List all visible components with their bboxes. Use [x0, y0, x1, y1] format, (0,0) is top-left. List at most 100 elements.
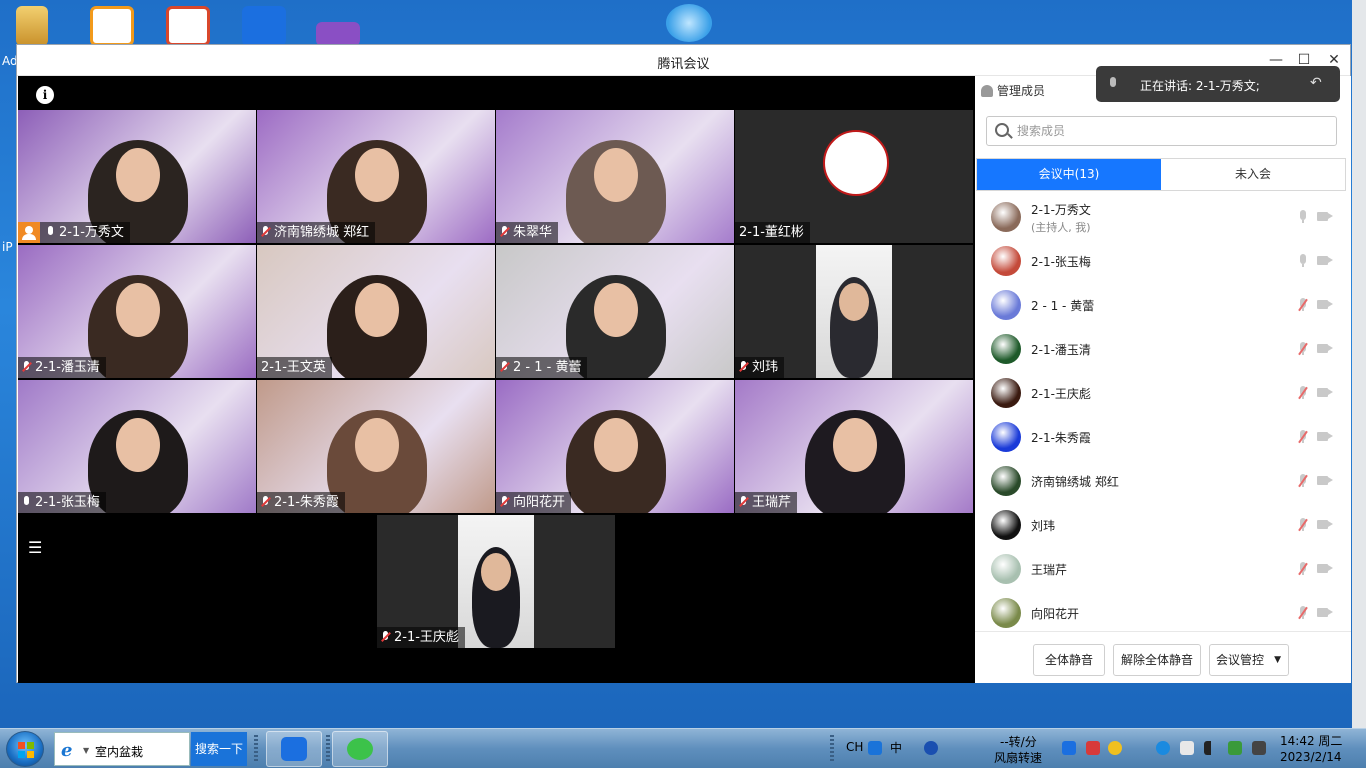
mute-all-button[interactable]: 全体静音 [1033, 644, 1105, 676]
mic-muted-icon[interactable] [1298, 474, 1308, 488]
avatar [991, 598, 1021, 628]
member-row[interactable]: 2-1-张玉梅 [991, 241, 1341, 281]
member-search-input[interactable] [1017, 121, 1317, 141]
camera-icon[interactable] [1317, 300, 1328, 309]
taskbar-tencent-meeting[interactable] [266, 731, 322, 767]
taskbar-wechat[interactable] [332, 731, 388, 767]
participant-namebar: 2-1-朱秀霞 [257, 492, 345, 513]
mic-muted-icon [381, 631, 390, 644]
video-tile[interactable]: 济南锦绣城 郑红 [257, 110, 495, 243]
member-row[interactable]: 2-1-潘玉清 [991, 329, 1341, 369]
participant-namebar: 2-1-王庆彪 [377, 627, 465, 648]
list-view-icon[interactable]: ☰ [28, 538, 48, 557]
mic-muted-icon[interactable] [1298, 518, 1308, 532]
tray-device-icon[interactable] [1180, 741, 1194, 755]
tray-cloud-icon[interactable] [1156, 741, 1170, 755]
member-row[interactable]: 王瑞芹 [991, 549, 1341, 589]
mute-slash [1298, 386, 1308, 400]
video-tile[interactable]: 2-1-王文英 [257, 245, 495, 378]
participant-name: 2-1-潘玉清 [35, 360, 100, 375]
participant-name: 济南锦绣城 郑红 [274, 225, 370, 240]
ime-lang[interactable]: CH [846, 740, 863, 754]
member-row[interactable]: 济南锦绣城 郑红 [991, 461, 1341, 501]
help-icon[interactable] [924, 741, 938, 755]
camera-icon[interactable] [1317, 256, 1328, 265]
meeting-control-button[interactable]: 会议管控 ▼ [1209, 644, 1289, 676]
volume-icon[interactable] [1252, 741, 1266, 755]
mic-muted-icon[interactable] [1298, 606, 1308, 620]
tab-in-meeting[interactable]: 会议中(13) [977, 159, 1161, 190]
purple-file-icon[interactable] [316, 22, 360, 46]
unmute-all-button[interactable]: 解除全体静音 [1113, 644, 1201, 676]
video-tile[interactable]: 向阳花开 [496, 380, 734, 513]
camera-icon[interactable] [1317, 476, 1328, 485]
participant-namebar: 王瑞芹 [735, 492, 798, 513]
qq-pet-icon[interactable] [666, 4, 712, 42]
mic-muted-icon[interactable] [1298, 386, 1308, 400]
video-tile[interactable]: 2-1-张玉梅 [18, 380, 256, 513]
collapse-icon[interactable]: ↶ [1310, 75, 1330, 93]
camera-icon[interactable] [1317, 608, 1328, 617]
browser-search-box[interactable]: e ▼ 室内盆栽 [54, 732, 190, 766]
video-tile[interactable]: 朱翠华 [496, 110, 734, 243]
mic-muted-icon[interactable] [1298, 430, 1308, 444]
participant-figure [327, 275, 427, 378]
video-tile[interactable]: 2-1-万秀文 [18, 110, 256, 243]
taskbar-grip[interactable] [830, 735, 834, 763]
signal-icon[interactable] [1204, 741, 1218, 755]
mic-muted-icon[interactable] [1298, 562, 1308, 576]
member-row[interactable]: 2-1-万秀文 (主持人, 我) [991, 197, 1341, 237]
video-tile[interactable]: 刘玮 [735, 245, 973, 378]
camera-icon[interactable] [1317, 564, 1328, 573]
video-tile[interactable]: 2 - 1 - 黄蕾 [496, 245, 734, 378]
info-icon[interactable]: i [36, 86, 54, 104]
mic-muted-icon[interactable] [1298, 298, 1308, 312]
participant-figure [566, 410, 666, 513]
wps-presentation-icon[interactable] [90, 6, 134, 46]
clock[interactable]: 14:42 周二 2023/2/14 [1280, 733, 1342, 765]
video-tile[interactable]: 王瑞芹 [735, 380, 973, 513]
search-go-button[interactable]: 搜索一下 [191, 732, 247, 766]
member-row[interactable]: 2 - 1 - 黄蕾 [991, 285, 1341, 325]
panel-header: 管理成员 [981, 82, 1045, 99]
member-row[interactable]: 2-1-朱秀霞 [991, 417, 1341, 457]
camera-icon[interactable] [1317, 212, 1328, 221]
member-row[interactable]: 2-1-王庆彪 [991, 373, 1341, 413]
ime-q-icon[interactable] [868, 741, 882, 755]
avatar [991, 290, 1021, 320]
ime-mode[interactable]: 中 [890, 739, 902, 756]
caret-down-icon[interactable]: ▼ [83, 746, 89, 755]
folder-user-icon[interactable] [16, 6, 48, 46]
taskbar-grip[interactable] [254, 735, 258, 763]
camera-icon[interactable] [1317, 520, 1328, 529]
mute-slash [1298, 562, 1308, 576]
member-search[interactable] [986, 116, 1337, 146]
camera-icon[interactable] [1317, 432, 1328, 441]
desktop-side-strip [1352, 0, 1366, 728]
taskbar-grip[interactable] [326, 735, 330, 763]
video-tile[interactable]: 2-1-潘玉清 [18, 245, 256, 378]
powerpoint-icon[interactable] [166, 6, 210, 46]
member-row[interactable]: 向阳花开 [991, 593, 1341, 633]
video-tile[interactable]: 2-1-董红彬 [735, 110, 973, 243]
meeting-control-label: 会议管控 [1216, 653, 1265, 667]
mic-muted-icon [261, 496, 270, 509]
tray-meeting-icon[interactable] [1062, 741, 1076, 755]
tencent-meeting-icon[interactable] [242, 6, 286, 46]
mic-icon[interactable] [1298, 210, 1308, 224]
video-tile[interactable]: 2-1-朱秀霞 [257, 380, 495, 513]
participant-face [481, 553, 511, 591]
member-row[interactable]: 刘玮 [991, 505, 1341, 545]
shield-icon[interactable] [1228, 741, 1242, 755]
video-tile[interactable]: 2-1-王庆彪 [377, 515, 615, 648]
participant-namebar: 朱翠华 [496, 222, 559, 243]
participant-face [839, 283, 869, 321]
camera-icon[interactable] [1317, 344, 1328, 353]
mic-icon[interactable] [1298, 254, 1308, 268]
tray-network-off-icon[interactable] [1086, 741, 1100, 755]
tab-not-joined[interactable]: 未入会 [1161, 159, 1345, 190]
start-button[interactable] [6, 731, 44, 767]
mic-muted-icon[interactable] [1298, 342, 1308, 356]
camera-icon[interactable] [1317, 388, 1328, 397]
tray-plus-icon[interactable] [1108, 741, 1122, 755]
